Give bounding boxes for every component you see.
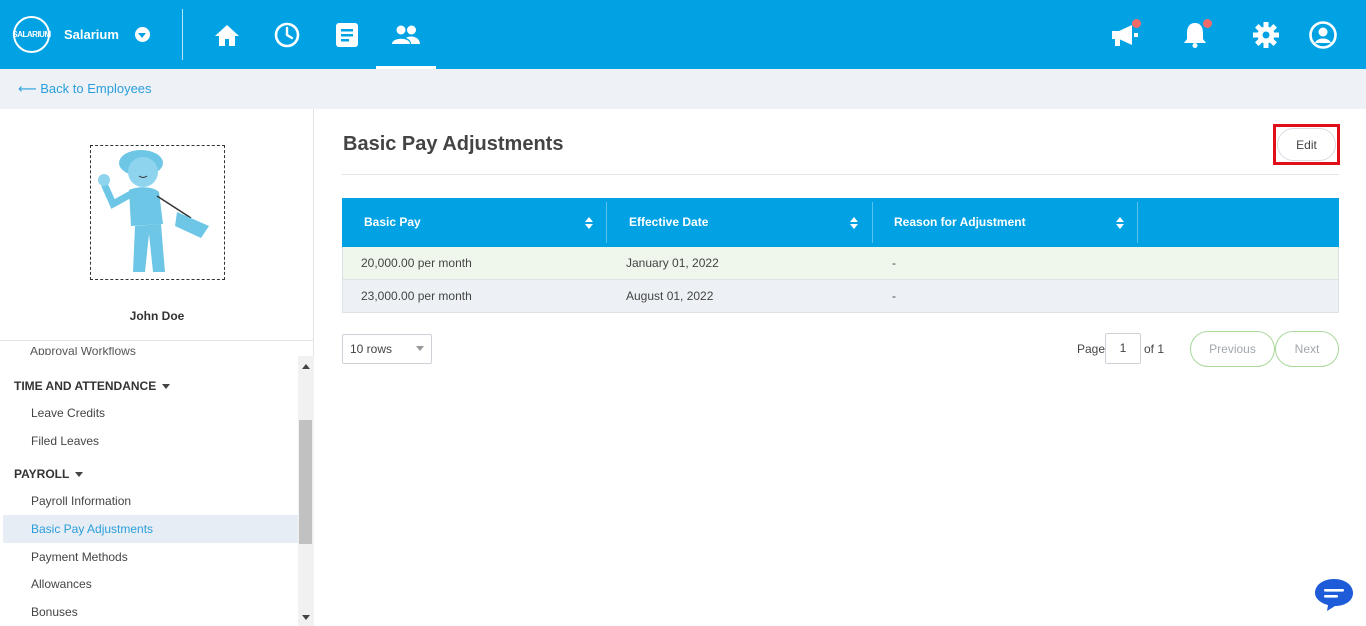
cell-effective-date: January 01, 2022	[626, 256, 719, 270]
sidebar-item-approval-workflows[interactable]: Approval Workflows	[30, 347, 136, 355]
column-header-basic-pay[interactable]: Basic Pay	[342, 198, 606, 247]
column-header-label: Basic Pay	[364, 215, 421, 229]
page-number-input[interactable]: 1	[1105, 333, 1141, 364]
sidebar-item-basic-pay-adjustments[interactable]: Basic Pay Adjustments	[3, 515, 298, 543]
table-header: Basic Pay Effective Date Reason for Adju…	[342, 198, 1339, 247]
employee-avatar[interactable]	[90, 145, 225, 280]
cell-basic-pay: 23,000.00 per month	[361, 289, 472, 303]
table-row[interactable]: 20,000.00 per month January 01, 2022 -	[342, 247, 1339, 280]
section-heading: PAYROLL	[14, 467, 70, 481]
column-divider	[1137, 202, 1138, 243]
megaphone-icon[interactable]	[1108, 18, 1142, 52]
employee-sidebar: John Doe Approval Workflows TIME AND ATT…	[0, 109, 314, 626]
people-icon[interactable]	[389, 18, 423, 52]
gear-icon[interactable]	[1249, 18, 1283, 52]
section-heading: TIME AND ATTENDANCE	[14, 379, 157, 393]
page-label: Page	[1077, 342, 1106, 356]
column-header-label: Reason for Adjustment	[894, 215, 1026, 229]
employee-name: John Doe	[129, 309, 185, 323]
salarium-logo: SALARIUM	[12, 16, 51, 53]
sidebar-menu: Approval Workflows TIME AND ATTENDANCE L…	[0, 341, 298, 626]
sidebar-scrollbar[interactable]	[298, 356, 314, 626]
chevron-down-icon[interactable]	[134, 27, 150, 42]
company-switcher[interactable]: SALARIUM Salarium	[12, 16, 150, 53]
megaphone-notification-dot	[1132, 19, 1141, 28]
chat-support-icon[interactable]	[1313, 577, 1355, 613]
cell-basic-pay: 20,000.00 per month	[361, 256, 472, 270]
page-title: Basic Pay Adjustments	[343, 133, 564, 155]
basic-pay-table: Basic Pay Effective Date Reason for Adju…	[342, 198, 1339, 313]
back-bar: ⟵ Back to Employees	[0, 69, 1366, 109]
column-header-reason-for-adjustment[interactable]: Reason for Adjustment	[872, 198, 1137, 247]
company-name: Salarium	[64, 27, 119, 42]
bell-notification-dot	[1203, 19, 1212, 28]
caret-down-icon	[75, 471, 84, 477]
column-header-effective-date[interactable]: Effective Date	[607, 198, 872, 247]
sidebar-item-allowances[interactable]: Allowances	[3, 570, 298, 598]
sort-icon[interactable]	[850, 217, 859, 229]
caret-down-icon	[162, 383, 171, 389]
cell-effective-date: August 01, 2022	[626, 289, 714, 303]
nav-divider	[182, 9, 183, 60]
cell-reason: -	[892, 289, 896, 303]
cell-reason: -	[892, 256, 896, 270]
sidebar-item-filed-leaves[interactable]: Filed Leaves	[3, 427, 298, 455]
scrollbar-thumb[interactable]	[299, 420, 312, 544]
sort-icon[interactable]	[1116, 217, 1125, 229]
table-row[interactable]: 23,000.00 per month August 01, 2022 -	[342, 280, 1339, 313]
chevron-down-icon	[416, 346, 424, 351]
scroll-down-arrow-icon[interactable]	[302, 615, 310, 620]
rows-per-page-select[interactable]: 10 rows	[342, 334, 432, 364]
column-header-label: Effective Date	[629, 215, 709, 229]
sidebar-item-leave-credits[interactable]: Leave Credits	[3, 399, 298, 427]
sort-icon[interactable]	[585, 217, 594, 229]
top-navigation-bar: SALARIUM Salarium	[0, 0, 1366, 69]
back-to-employees-link[interactable]: ⟵ Back to Employees	[18, 81, 152, 97]
clock-icon[interactable]	[270, 18, 304, 52]
page-total-label: of 1	[1144, 342, 1165, 356]
sidebar-item-bonuses[interactable]: Bonuses	[3, 598, 298, 626]
home-icon[interactable]	[210, 18, 244, 52]
user-account-icon[interactable]	[1306, 18, 1340, 52]
sidebar-item-payroll-information[interactable]: Payroll Information	[3, 487, 298, 515]
previous-button[interactable]: Previous	[1190, 331, 1275, 367]
document-icon[interactable]	[330, 18, 364, 52]
scroll-up-arrow-icon[interactable]	[302, 364, 310, 369]
edit-button[interactable]: Edit	[1277, 128, 1336, 161]
bell-icon[interactable]	[1178, 18, 1212, 52]
sidebar-item-payment-methods[interactable]: Payment Methods	[3, 543, 298, 571]
section-time-and-attendance[interactable]: TIME AND ATTENDANCE	[14, 379, 171, 393]
title-divider	[342, 174, 1339, 175]
rows-per-page-value: 10 rows	[350, 342, 393, 356]
next-button[interactable]: Next	[1275, 331, 1339, 367]
waving-person-illustration	[98, 150, 209, 272]
section-payroll[interactable]: PAYROLL	[14, 467, 84, 481]
